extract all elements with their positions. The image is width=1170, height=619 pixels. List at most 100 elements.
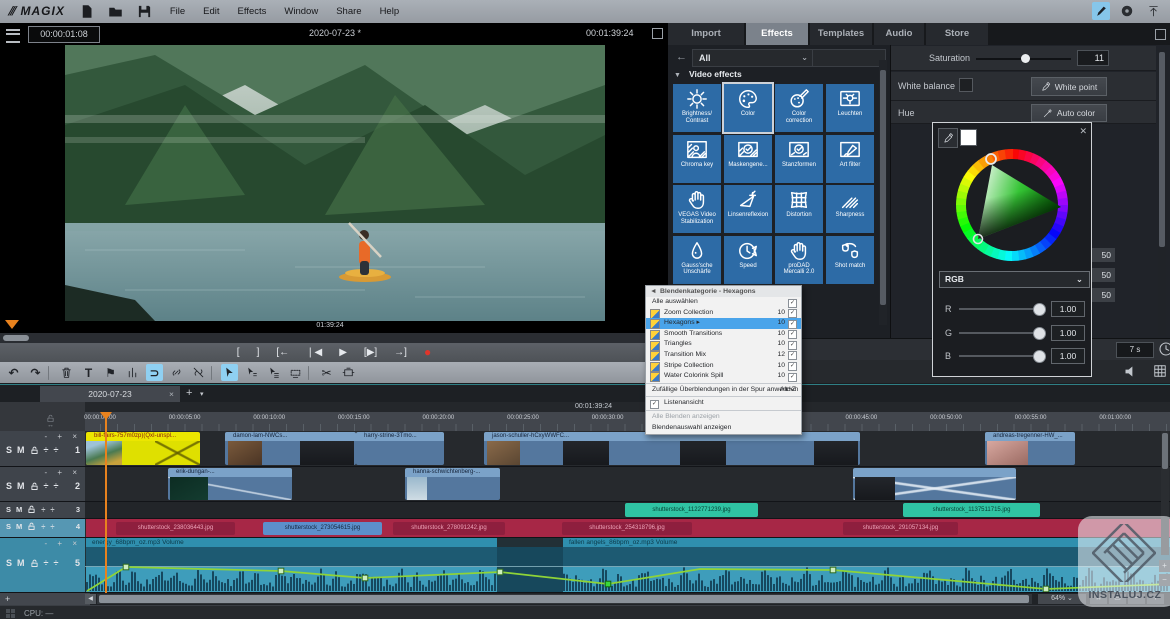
clip-andreas-tregenner-hw-[interactable]: andreas-tregenner-HW_...	[985, 432, 1075, 465]
preview-scrub-marker[interactable]	[5, 320, 19, 329]
menu-file[interactable]: File	[170, 6, 185, 17]
saturation-value[interactable]: 11	[1077, 50, 1109, 66]
menu-header[interactable]: ◄ Blendenkategorie - Hexagons	[646, 286, 801, 297]
close-tab-icon[interactable]: ×	[169, 386, 174, 403]
effect-tile-vegas-video[interactable]: VEGAS VideoStabilization	[673, 185, 721, 233]
menu-item-water-colorink-spill[interactable]: Water Colorink Spill10✓	[646, 371, 801, 382]
mute-button[interactable]: M	[17, 481, 25, 491]
mouse-mode-icon[interactable]	[221, 364, 238, 381]
menu-item-stripe-collection[interactable]: Stripe Collection10✓	[646, 361, 801, 372]
track-mini-controls[interactable]: - + ×	[45, 539, 81, 548]
playhead-line[interactable]	[105, 412, 107, 593]
checkbox-icon[interactable]: ✓	[788, 330, 797, 339]
mute-button[interactable]: M	[17, 445, 25, 455]
track-buttons[interactable]: SM÷÷	[6, 522, 55, 531]
transport-button-6[interactable]: →]	[394, 343, 407, 362]
lock-icon[interactable]	[27, 522, 36, 531]
timeline-ruler[interactable]: 00:00:00:0000:00:05:0000:00:10:0000:00:1…	[85, 412, 1170, 431]
effect-tile-linsenreflexion[interactable]: Linsenreflexion	[724, 185, 772, 233]
select-track-icon[interactable]	[243, 364, 260, 381]
menu-item-smooth-transitions[interactable]: Smooth Transitions10✓	[646, 329, 801, 340]
clip-harry-strine-3tmo-[interactable]: harry-strine-3Tmo...	[356, 432, 444, 465]
select-all-tracks-icon[interactable]	[265, 364, 282, 381]
checkbox-icon[interactable]: ✓	[788, 362, 797, 371]
menu-window[interactable]: Window	[284, 6, 318, 17]
menu-item-list-view[interactable]: ✓ Listenansicht	[646, 398, 801, 409]
effects-scrollbar[interactable]	[879, 60, 887, 325]
add-tab-icon[interactable]: +	[186, 387, 192, 399]
transition-a-icon[interactable]: ÷	[44, 445, 49, 455]
transport-button-0[interactable]: [	[237, 343, 240, 362]
transition-b-icon[interactable]: ÷	[50, 522, 54, 531]
trash-icon[interactable]	[58, 364, 75, 381]
clip-media[interactable]	[853, 468, 1016, 500]
transport-button-5[interactable]: [▶]	[364, 343, 377, 362]
clip-shutterstock-1122771239-jpg[interactable]: shutterstock_1122771239.jpg	[625, 503, 758, 517]
track-5-header[interactable]: - + ×SM÷÷5	[0, 538, 85, 593]
video-effects-section-header[interactable]: ▼Video effects	[674, 69, 742, 79]
track-4-content[interactable]: shutterstock_238036443.jpgshutterstock_2…	[85, 519, 1170, 538]
effect-tile-distortion[interactable]: Distortion	[775, 185, 823, 233]
track-5-content[interactable]: energy_68bpm_oz.mp3 Volumefallen angels_…	[85, 538, 1170, 593]
clip-shutterstock-1137511715-jpg[interactable]: shutterstock_1137511715.jpg	[903, 503, 1040, 517]
track-buttons[interactable]: SM÷÷	[6, 558, 58, 568]
solo-button[interactable]: S	[6, 558, 12, 568]
lock-icon[interactable]	[30, 446, 39, 455]
transition-a-icon[interactable]: ÷	[44, 481, 49, 491]
menu-item-triangles[interactable]: Triangles10✓	[646, 339, 801, 350]
clip-shutterstock-254318796-jpg[interactable]: shutterstock_254318796.jpg	[562, 522, 692, 535]
clip-hanna-schwichtenberg-[interactable]: hanna-schwichtenberg-...	[405, 468, 500, 500]
undock-monitor-icon[interactable]	[652, 28, 663, 39]
solo-button[interactable]: S	[6, 481, 12, 491]
effect-tile-shot-match[interactable]: Shot match	[826, 236, 874, 284]
hscrollbar-thumb[interactable]	[99, 595, 1029, 603]
solo-button[interactable]: S	[6, 522, 11, 531]
save-project-icon[interactable]	[137, 4, 152, 19]
solo-button[interactable]: S	[6, 505, 11, 514]
transition-b-icon[interactable]: ÷	[53, 481, 58, 491]
export-wizard-icon[interactable]	[1092, 2, 1110, 20]
effect-tile-prodad[interactable]: proDADMercalli 2.0	[775, 236, 823, 284]
effect-tile-maskengene-[interactable]: Maskengene...	[724, 135, 772, 183]
effect-tile-stanzformen[interactable]: Stanzformen	[775, 135, 823, 183]
clip-jason-schuller-hcxywwfc-[interactable]: jason-schuller-hCxyWWFC...	[484, 432, 860, 465]
playhead-handle[interactable]	[100, 412, 112, 420]
checkbox-icon[interactable]: ✓	[788, 351, 797, 360]
effect-tile-color[interactable]: Color	[724, 84, 772, 132]
effect-tile-chroma-key[interactable]: Chroma key	[673, 135, 721, 183]
current-timecode[interactable]: 00:00:01:08	[28, 26, 100, 43]
back-caret-icon[interactable]: ◄	[650, 286, 657, 297]
burn-disc-icon[interactable]	[1118, 2, 1136, 20]
channel-value[interactable]: 1.00	[1051, 301, 1085, 317]
clip-shutterstock-291057134-jpg[interactable]: shutterstock_291057134.jpg	[843, 522, 958, 535]
effect-tile-brightness-[interactable]: Brightness/Contrast	[673, 84, 721, 132]
channel-knob[interactable]	[1033, 303, 1046, 316]
add-track-button[interactable]: +	[0, 593, 90, 605]
transition-b-icon[interactable]: ÷	[53, 558, 58, 568]
mute-button[interactable]: M	[16, 505, 22, 514]
checkbox-icon[interactable]: ✓	[788, 309, 797, 318]
effects-filter-dropdown[interactable]: All ⌄	[692, 49, 814, 67]
track-2-header[interactable]: - + ×SM÷÷2	[0, 467, 85, 502]
track-1-header[interactable]: - + ×SM÷÷1	[0, 431, 85, 467]
checkbox-icon[interactable]: ✓	[788, 373, 797, 382]
track-buttons[interactable]: SM÷÷	[6, 505, 55, 514]
level-meter-icon[interactable]	[124, 364, 141, 381]
undo-icon[interactable]: ↶	[5, 364, 22, 381]
open-project-icon[interactable]	[108, 4, 123, 19]
scrub-thumb[interactable]	[3, 335, 29, 341]
channel-slider[interactable]	[959, 308, 1041, 310]
effect-tile-speed[interactable]: Speed	[724, 236, 772, 284]
clock-icon[interactable]	[1158, 341, 1170, 357]
auto-color-button[interactable]: Auto color	[1031, 104, 1107, 122]
mute-button[interactable]: M	[16, 522, 22, 531]
tab-audio[interactable]: Audio	[874, 23, 924, 45]
effects-search-input[interactable]	[812, 49, 886, 67]
unlink-icon[interactable]	[190, 364, 207, 381]
effect-tile-art-filter[interactable]: Art filter	[826, 135, 874, 183]
text-icon[interactable]: T	[80, 364, 97, 381]
marker-flag-icon[interactable]: ⚑	[102, 364, 119, 381]
stretch-icon[interactable]	[287, 364, 304, 381]
track-3-content[interactable]: shutterstock_1122771239.jpg shutterstock_…	[85, 502, 1170, 519]
channel-knob[interactable]	[1033, 350, 1046, 363]
